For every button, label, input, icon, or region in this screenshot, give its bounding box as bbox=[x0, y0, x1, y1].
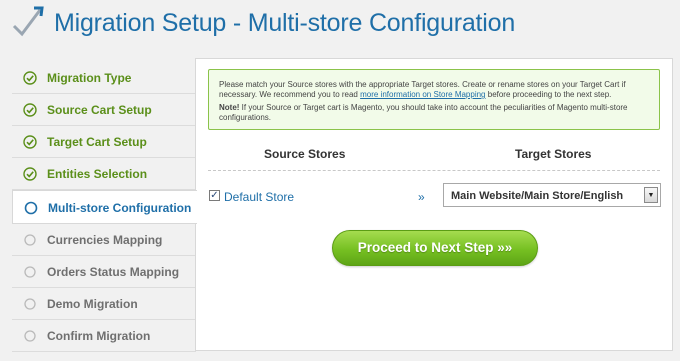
source-store-name[interactable]: Default Store bbox=[224, 190, 294, 204]
step-label: Target Cart Setup bbox=[47, 135, 147, 149]
store-columns-header: Source Stores Target Stores bbox=[208, 147, 660, 163]
step-entities-selection[interactable]: Entities Selection bbox=[12, 158, 196, 190]
step-multi-store-configuration[interactable]: Multi-store Configuration bbox=[12, 190, 197, 224]
page-title: Migration Setup - Multi-store Configurat… bbox=[54, 9, 516, 37]
step-currencies-mapping: Currencies Mapping bbox=[12, 224, 196, 256]
check-circle-icon bbox=[23, 167, 37, 181]
notice-paragraph: Please match your Source stores with the… bbox=[219, 80, 649, 100]
current-step-circle-icon bbox=[24, 201, 38, 215]
step-confirm-migration: Confirm Migration bbox=[12, 320, 196, 352]
check-circle-icon bbox=[23, 135, 37, 149]
note-label: Note! bbox=[219, 103, 240, 112]
check-circle-icon bbox=[23, 71, 37, 85]
empty-circle-icon bbox=[24, 234, 36, 246]
empty-circle-icon bbox=[24, 298, 36, 310]
store-checkbox[interactable]: ✓ bbox=[209, 190, 220, 201]
divider bbox=[208, 170, 660, 171]
step-migration-type[interactable]: Migration Type bbox=[12, 62, 196, 94]
step-orders-status-mapping: Orders Status Mapping bbox=[12, 256, 196, 288]
step-label: Source Cart Setup bbox=[47, 103, 152, 117]
step-label: Entities Selection bbox=[47, 167, 148, 181]
source-stores-header: Source Stores bbox=[264, 147, 346, 161]
target-store-value: Main Website/Main Store/English bbox=[451, 190, 624, 202]
step-label: Currencies Mapping bbox=[47, 233, 163, 247]
page-header: Migration Setup - Multi-store Configurat… bbox=[0, 0, 680, 48]
content-panel: Please match your Source stores with the… bbox=[195, 58, 673, 351]
empty-circle-icon bbox=[24, 266, 36, 278]
chevron-down-icon[interactable]: ▼ bbox=[644, 187, 658, 203]
note-text: If your Source or Target cart is Magento… bbox=[219, 103, 628, 122]
step-label: Multi-store Configuration bbox=[48, 201, 192, 215]
empty-circle-icon bbox=[24, 330, 36, 342]
target-store-select[interactable]: Main Website/Main Store/English ▼ bbox=[443, 183, 661, 207]
notice-note: Note! If your Source or Target cart is M… bbox=[219, 103, 649, 123]
step-source-cart-setup[interactable]: Source Cart Setup bbox=[12, 94, 196, 126]
store-mapping-row: ✓ Default Store » Main Website/Main Stor… bbox=[208, 183, 661, 209]
steps-sidebar: Migration Type Source Cart Setup Target … bbox=[12, 62, 197, 352]
step-label: Confirm Migration bbox=[47, 329, 151, 343]
mapping-arrow: » bbox=[418, 190, 425, 204]
store-mapping-info-link[interactable]: more information on Store Mapping bbox=[360, 90, 485, 99]
target-stores-header: Target Stores bbox=[515, 147, 592, 161]
step-label: Migration Type bbox=[47, 71, 132, 85]
step-target-cart-setup[interactable]: Target Cart Setup bbox=[12, 126, 196, 158]
notice-text-end: before proceeding to the next step. bbox=[485, 90, 612, 99]
step-label: Orders Status Mapping bbox=[47, 265, 180, 279]
check-circle-icon bbox=[23, 103, 37, 117]
proceed-next-step-button[interactable]: Proceed to Next Step »» bbox=[332, 230, 538, 266]
info-notice: Please match your Source stores with the… bbox=[208, 69, 660, 130]
step-demo-migration: Demo Migration bbox=[12, 288, 196, 320]
step-label: Demo Migration bbox=[47, 297, 138, 311]
check-arrow-icon bbox=[12, 6, 44, 37]
